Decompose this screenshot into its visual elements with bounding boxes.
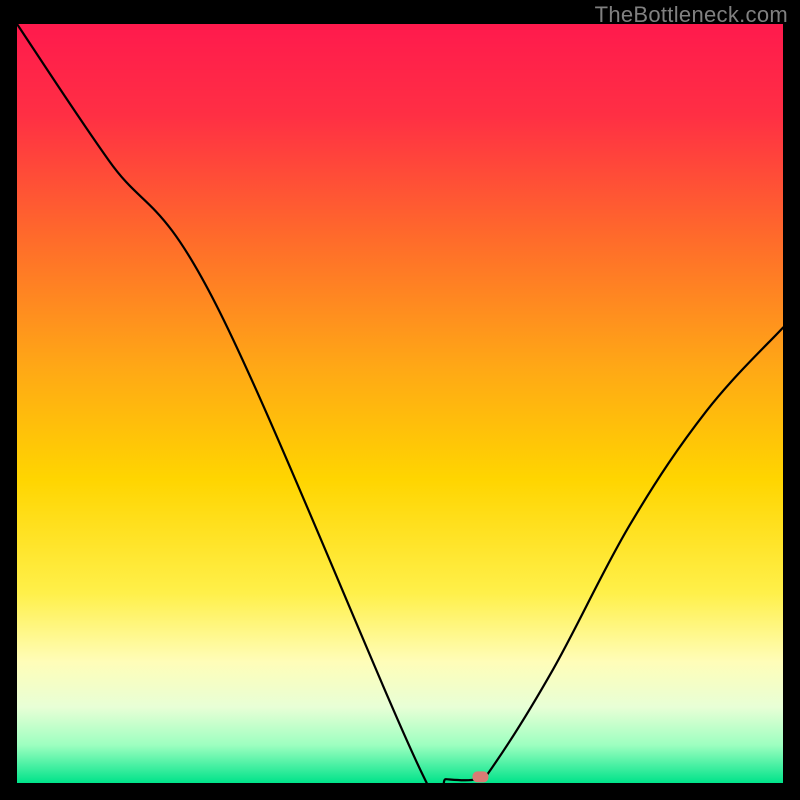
bottleneck-plot bbox=[17, 24, 783, 783]
watermark-label: TheBottleneck.com bbox=[595, 2, 788, 28]
chart-frame: TheBottleneck.com bbox=[0, 0, 800, 800]
optimal-marker bbox=[472, 771, 488, 782]
gradient-background bbox=[17, 24, 783, 783]
plot-svg bbox=[17, 24, 783, 783]
